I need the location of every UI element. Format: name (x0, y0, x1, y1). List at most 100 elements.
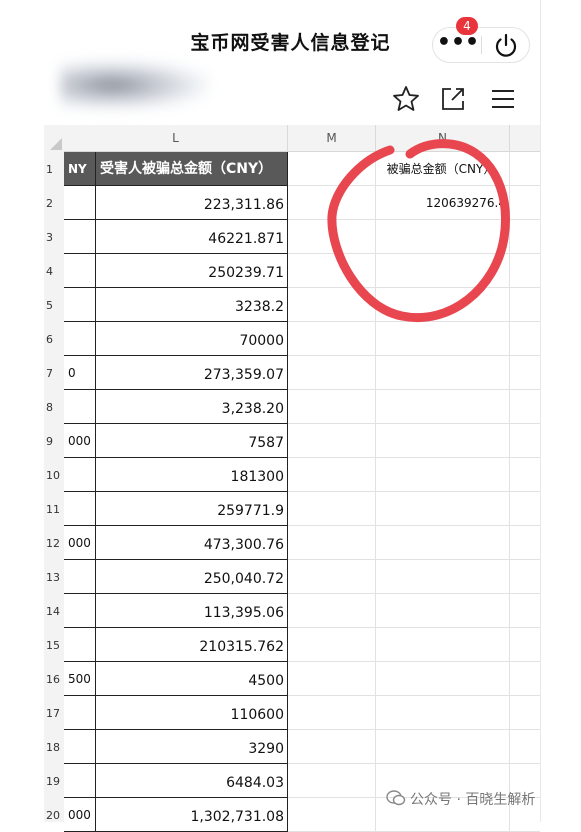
cell-o[interactable] (510, 696, 540, 730)
cell-k[interactable]: 0 (64, 356, 96, 390)
row-number[interactable]: 11 (44, 503, 64, 516)
cell-n[interactable] (376, 356, 510, 390)
cell-n[interactable] (376, 424, 510, 458)
cell-m[interactable] (288, 560, 376, 594)
cell-k[interactable]: NY (64, 152, 96, 186)
cell-k[interactable] (64, 390, 96, 424)
power-icon[interactable] (490, 30, 522, 60)
row-number[interactable]: 7 (44, 367, 64, 380)
row-number[interactable]: 6 (44, 333, 64, 346)
cell-m[interactable] (288, 594, 376, 628)
cell-l[interactable]: 273,359.07 (96, 356, 288, 390)
cell-l[interactable]: 181300 (96, 458, 288, 492)
cell-l[interactable]: 4500 (96, 662, 288, 696)
cell-n[interactable] (376, 526, 510, 560)
cell-k[interactable]: 000 (64, 526, 96, 560)
cell-n[interactable] (376, 628, 510, 662)
cell-l[interactable]: 46221.871 (96, 220, 288, 254)
cell-k[interactable] (64, 594, 96, 628)
cell-o[interactable] (510, 628, 540, 662)
cell-m[interactable] (288, 730, 376, 764)
cell-o[interactable] (510, 356, 540, 390)
cell-o[interactable] (510, 662, 540, 696)
row-number[interactable]: 18 (44, 741, 64, 754)
row-number[interactable]: 16 (44, 673, 64, 686)
row-number[interactable]: 9 (44, 435, 64, 448)
more-dots-icon[interactable]: ••• (436, 30, 480, 60)
cell-l[interactable]: 3238.2 (96, 288, 288, 322)
cell-k[interactable] (64, 288, 96, 322)
cell-m[interactable] (288, 696, 376, 730)
cell-m[interactable] (288, 458, 376, 492)
cell-o[interactable] (510, 492, 540, 526)
cell-l[interactable]: 113,395.06 (96, 594, 288, 628)
scrollbar-track[interactable] (540, 0, 541, 822)
cell-k[interactable] (64, 254, 96, 288)
row-number[interactable]: 5 (44, 299, 64, 312)
cell-l[interactable]: 受害人被骗总金额（CNY） (96, 152, 288, 186)
row-number[interactable]: 14 (44, 605, 64, 618)
cell-m[interactable] (288, 628, 376, 662)
cell-m[interactable] (288, 492, 376, 526)
open-external-icon[interactable] (438, 84, 468, 114)
star-icon[interactable] (391, 84, 421, 114)
row-number[interactable]: 1 (44, 163, 64, 176)
cell-l[interactable]: 3,238.20 (96, 390, 288, 424)
column-header-l[interactable]: L (64, 125, 288, 152)
cell-m[interactable] (288, 798, 376, 832)
cell-o[interactable] (510, 424, 540, 458)
cell-l[interactable]: 3290 (96, 730, 288, 764)
cell-l[interactable]: 1,302,731.08 (96, 798, 288, 832)
cell-n[interactable] (376, 662, 510, 696)
cell-o[interactable] (510, 594, 540, 628)
cell-n[interactable] (376, 390, 510, 424)
cell-n[interactable] (376, 594, 510, 628)
hamburger-menu-icon[interactable] (488, 84, 518, 114)
cell-k[interactable] (64, 220, 96, 254)
cell-o[interactable] (510, 526, 540, 560)
cell-m[interactable] (288, 356, 376, 390)
cell-k[interactable] (64, 458, 96, 492)
cell-n[interactable] (376, 696, 510, 730)
cell-l[interactable]: 210315.762 (96, 628, 288, 662)
cell-k[interactable] (64, 186, 96, 220)
cell-l[interactable]: 250239.71 (96, 254, 288, 288)
cell-l[interactable]: 7587 (96, 424, 288, 458)
cell-l[interactable]: 6484.03 (96, 764, 288, 798)
row-number[interactable]: 12 (44, 537, 64, 550)
cell-m[interactable] (288, 390, 376, 424)
cell-l[interactable]: 259771.9 (96, 492, 288, 526)
select-all-corner[interactable] (44, 125, 64, 153)
cell-k[interactable] (64, 696, 96, 730)
cell-o[interactable] (510, 560, 540, 594)
row-number[interactable]: 13 (44, 571, 64, 584)
cell-k[interactable] (64, 764, 96, 798)
cell-k[interactable] (64, 492, 96, 526)
cell-m[interactable] (288, 424, 376, 458)
cell-o[interactable] (510, 730, 540, 764)
cell-l[interactable]: 110600 (96, 696, 288, 730)
row-number[interactable]: 8 (44, 401, 64, 414)
cell-n[interactable] (376, 730, 510, 764)
cell-o[interactable] (510, 390, 540, 424)
row-number[interactable]: 4 (44, 265, 64, 278)
cell-k[interactable] (64, 560, 96, 594)
cell-l[interactable]: 70000 (96, 322, 288, 356)
row-number[interactable]: 2 (44, 197, 64, 210)
row-number[interactable]: 10 (44, 469, 64, 482)
cell-m[interactable] (288, 764, 376, 798)
cell-k[interactable]: 500 (64, 662, 96, 696)
cell-k[interactable] (64, 730, 96, 764)
cell-o[interactable] (510, 458, 540, 492)
cell-n[interactable] (376, 492, 510, 526)
cell-k[interactable]: 000 (64, 798, 96, 832)
cell-l[interactable]: 473,300.76 (96, 526, 288, 560)
cell-l[interactable]: 223,311.86 (96, 186, 288, 220)
cell-k[interactable] (64, 322, 96, 356)
cell-l[interactable]: 250,040.72 (96, 560, 288, 594)
row-number[interactable]: 20 (44, 809, 64, 822)
row-number[interactable]: 17 (44, 707, 64, 720)
row-number[interactable]: 19 (44, 775, 64, 788)
cell-n[interactable] (376, 560, 510, 594)
cell-n[interactable] (376, 458, 510, 492)
